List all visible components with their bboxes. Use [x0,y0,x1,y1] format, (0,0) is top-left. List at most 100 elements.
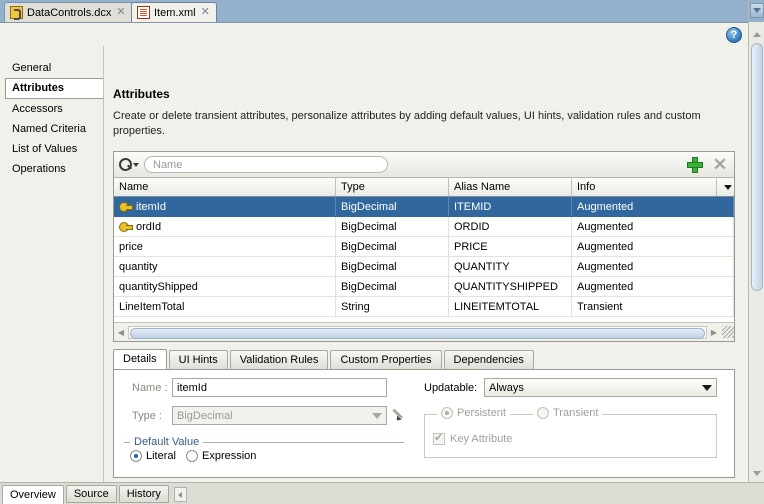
sidebar-item-accessors[interactable]: Accessors [0,99,103,119]
search-magnifier-icon[interactable] [119,158,132,171]
cell-name: itemId [114,197,336,216]
editor-mode-tab-bar: Overview Source History [0,482,764,504]
radio-expression[interactable]: Expression [186,450,256,462]
overview-sidebar: General Attributes Accessors Named Crite… [0,46,104,483]
dcx-file-icon [10,6,23,20]
cell-type: String [336,297,449,316]
table-header-row: Name Type Alias Name Info [114,178,734,197]
cell-info: Augmented [572,257,734,276]
cell-alias: PRICE [449,237,572,256]
cell-name: ordId [114,217,336,236]
table-row[interactable]: quantityShipped BigDecimal QUANTITYSHIPP… [114,277,734,297]
sidebar-item-attributes[interactable]: Attributes [5,78,103,99]
primary-key-icon [119,201,133,212]
table-row[interactable]: LineItemTotal String LINEITEMTOTAL Trans… [114,297,734,317]
type-dropdown: BigDecimal [172,406,387,425]
sidebar-item-general[interactable]: General [0,58,103,78]
table-row[interactable]: price BigDecimal PRICE Augmented [114,237,734,257]
sidebar-item-operations[interactable]: Operations [0,159,103,179]
pencil-edit-icon[interactable] [394,406,410,422]
table-row[interactable]: itemId BigDecimal ITEMID Augmented [114,197,734,217]
updatable-value: Always [489,381,524,394]
column-menu-icon[interactable] [717,178,734,196]
delete-attribute-button[interactable]: ✕ [711,156,729,174]
name-field[interactable] [172,378,387,397]
cell-alias: QUANTITY [449,257,572,276]
checkbox-check-icon [433,432,445,445]
tab-history[interactable]: History [118,485,169,503]
help-question-icon[interactable]: ? [726,27,742,43]
attributes-table-panel: ✕ Name Type Alias Name Info itemId [113,151,735,342]
details-panel: Name : Type : BigDecimal Updatable: Alwa… [113,370,735,478]
updatable-dropdown[interactable]: Always [484,378,717,397]
scroll-right-arrow-icon[interactable]: ▶ [707,328,721,337]
add-attribute-button[interactable] [686,156,704,174]
cell-name-text: quantityShipped [119,280,198,293]
editor-tab-label: Item.xml [154,6,196,19]
tab-ui-hints[interactable]: UI Hints [168,350,228,369]
default-value-divider: Default Value [124,436,404,448]
default-value-group-label: Default Value [130,436,204,448]
vscroll-thumb[interactable] [751,43,763,291]
cell-info: Augmented [572,197,734,216]
help-button[interactable]: ? [726,27,742,43]
attributes-toolbar: ✕ [114,152,734,178]
column-header-alias-name[interactable]: Alias Name [449,178,572,196]
page-description: Create or delete transient attributes, p… [113,110,701,137]
hscroll-track[interactable] [128,325,707,339]
sidebar-item-list-of-values[interactable]: List of Values [0,139,103,159]
cell-name: LineItemTotal [114,297,336,316]
editor-tab-datacontrols[interactable]: DataControls.dcx ✕ [4,2,133,22]
radio-transient: Transient [533,407,603,419]
scroll-down-arrow-icon[interactable] [750,466,764,480]
cell-name: quantity [114,257,336,276]
column-header-name[interactable]: Name [114,178,336,196]
cell-type: BigDecimal [336,197,449,216]
editor-tab-item-xml[interactable]: Item.xml ✕ [131,2,217,22]
tab-details[interactable]: Details [113,349,167,369]
radio-literal[interactable]: Literal [130,450,176,462]
key-attribute-checkbox: Key Attribute [433,432,513,445]
scroll-left-arrow-icon[interactable]: ◀ [114,328,128,337]
cell-name-text: price [119,240,143,253]
editor-vertical-scrollbar[interactable] [748,0,764,504]
column-header-type[interactable]: Type [336,178,449,196]
sidebar-item-named-criteria[interactable]: Named Criteria [0,119,103,139]
cell-type: BigDecimal [336,257,449,276]
cell-name-text: LineItemTotal [119,300,185,313]
type-value: BigDecimal [177,409,233,422]
tab-overflow-menu-button[interactable] [750,3,764,18]
xml-file-icon [137,6,150,19]
tab-validation-rules[interactable]: Validation Rules [229,350,329,369]
table-row[interactable]: quantity BigDecimal QUANTITY Augmented [114,257,734,277]
radio-literal-label: Literal [146,450,176,462]
hscroll-thumb[interactable] [130,327,705,339]
key-attribute-label: Key Attribute [450,433,513,445]
column-header-info[interactable]: Info [572,178,717,196]
page-title: Attributes [113,87,170,101]
search-input[interactable] [144,156,388,173]
tab-overview[interactable]: Overview [2,485,64,504]
tab-dependencies[interactable]: Dependencies [443,350,534,369]
attributes-table-body: itemId BigDecimal ITEMID Augmented ordId… [114,197,734,323]
chevron-down-icon[interactable] [133,162,139,167]
scroll-up-arrow-icon[interactable] [750,27,764,41]
primary-key-icon [119,221,133,232]
tab-source[interactable]: Source [65,485,117,503]
cell-alias: ITEMID [449,197,572,216]
radio-transient-label: Transient [553,407,599,419]
cell-alias: ORDID [449,217,572,236]
table-horizontal-scrollbar[interactable]: ◀ ▶ [114,322,734,341]
radio-dot-icon [441,407,453,419]
tab-custom-properties[interactable]: Custom Properties [330,350,442,369]
type-label: Type : [132,410,162,422]
close-icon[interactable]: ✕ [201,7,210,18]
cell-info: Augmented [572,237,734,256]
bottom-scroll-left-icon[interactable] [173,487,187,502]
table-row[interactable]: ordId BigDecimal ORDID Augmented [114,217,734,237]
close-icon[interactable]: ✕ [116,7,125,18]
resize-grip-icon[interactable] [722,326,734,338]
cell-name: price [114,237,336,256]
editor-surface: ? General Attributes Accessors Named Cri… [0,22,748,504]
cell-name-text: ordId [136,220,162,233]
